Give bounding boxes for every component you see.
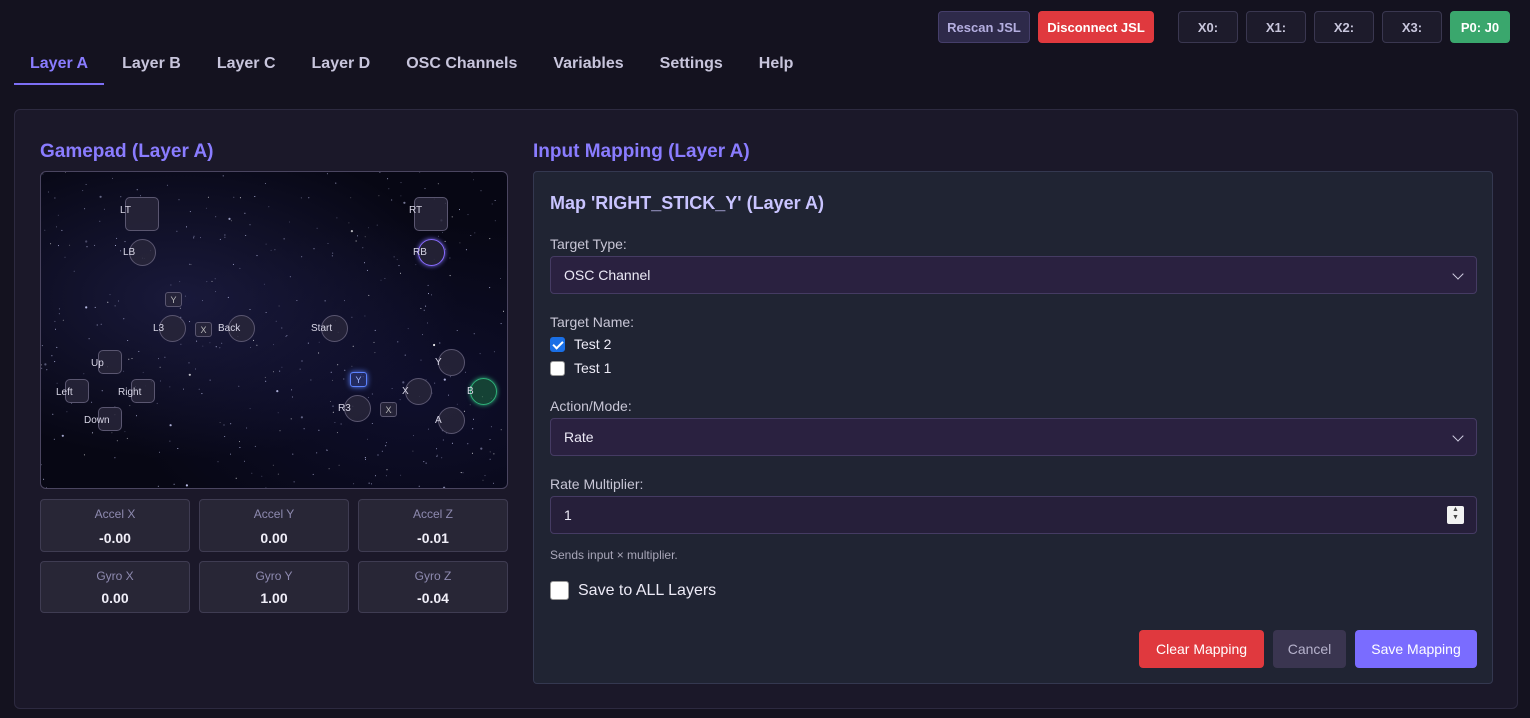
dpad-right-label: Right [118,387,142,398]
save-mapping-button[interactable]: Save Mapping [1355,630,1477,668]
target-option-test-2[interactable]: Test 2 [550,336,611,352]
gamepad-title: Gamepad (Layer A) [40,141,214,162]
tab-help[interactable]: Help [741,48,812,85]
rate-hint: Sends input × multiplier. [550,548,678,562]
gamepad-view: LT LB RT RB Y L3 X Back Start Up Left Ri… [40,171,508,489]
save-all-layers-label: Save to ALL Layers [578,581,717,599]
dpad-left-label: Left [56,387,73,398]
sensor-gyro-x: Gyro X 0.00 [40,561,190,613]
tab-layer-a[interactable]: Layer A [14,48,105,85]
action-mode-label: Action/Mode: [550,398,632,414]
target-option-label: Test 2 [574,336,612,352]
chevron-down-icon [1452,268,1464,280]
face-a-button[interactable] [438,407,465,434]
layer-tabs: Layer A Layer B Layer C Layer D OSC Chan… [14,48,1516,85]
slot-x1-button[interactable]: X1: [1246,11,1306,43]
sensor-label: Gyro Z [414,569,452,583]
face-y-label: Y [435,357,442,368]
tab-layer-c[interactable]: Layer C [199,48,294,85]
left-stick-y-axis[interactable]: Y [165,292,182,307]
tab-variables[interactable]: Variables [535,48,641,85]
dpad-down-label: Down [84,415,110,426]
rate-multiplier-label: Rate Multiplier: [550,476,644,492]
sensor-label: Accel X [94,507,136,521]
right-stick-x-axis[interactable]: X [380,402,397,417]
lt-label: LT [120,205,131,216]
l3-label: L3 [153,323,165,334]
sensor-value: -0.00 [99,530,131,546]
target-type-select[interactable]: OSC Channel [550,256,1477,294]
clear-mapping-button[interactable]: Clear Mapping [1139,630,1264,668]
action-mode-value: Rate [564,429,594,445]
number-spinner-icon[interactable]: ▲ ▼ [1447,506,1464,524]
left-stick-x-axis[interactable]: X [195,322,212,337]
tab-osc-channels[interactable]: OSC Channels [388,48,535,85]
disconnect-jsl-button[interactable]: Disconnect JSL [1038,11,1154,43]
mapping-card: Map 'RIGHT_STICK_Y' (Layer A) Target Typ… [533,171,1493,684]
rate-multiplier-input[interactable]: 1 ▲ ▼ [550,496,1477,534]
target-option-label: Test 1 [574,360,612,376]
slot-x0-button[interactable]: X0: [1178,11,1238,43]
back-label: Back [218,323,241,334]
action-mode-select[interactable]: Rate [550,418,1477,456]
face-y-button[interactable] [438,349,465,376]
sensor-accel-z: Accel Z -0.01 [358,499,508,552]
connection-toolbar: Rescan JSL Disconnect JSL X0: X1: X2: X3… [938,11,1510,43]
target-type-value: OSC Channel [564,267,651,283]
rate-multiplier-value: 1 [564,507,572,523]
target-checkbox[interactable] [550,336,565,352]
sensor-label: Gyro X [96,569,134,583]
sensor-value: -0.04 [417,590,449,606]
tab-layer-d[interactable]: Layer D [294,48,389,85]
rb-label: RB [413,247,427,258]
face-b-button[interactable] [470,378,497,405]
sensor-label: Accel Z [412,507,453,521]
sensor-value: 0.00 [260,530,288,546]
start-label: Start [311,323,333,334]
r3-label: R3 [338,403,351,414]
slot-x3-button[interactable]: X3: [1382,11,1442,43]
dpad-up-label: Up [91,358,104,369]
right-stick-y-axis[interactable]: Y [350,372,367,387]
sensor-value: 0.00 [101,590,129,606]
sensor-label: Gyro Y [255,569,293,583]
save-all-layers-option[interactable]: Save to ALL Layers [550,581,716,600]
sensor-accel-y: Accel Y 0.00 [199,499,349,552]
face-x-label: X [402,386,409,397]
rt-label: RT [409,205,423,216]
sensor-accel-x: Accel X -0.00 [40,499,190,552]
target-option-test-1[interactable]: Test 1 [550,360,611,376]
target-checkbox[interactable] [550,360,565,376]
player-slot-button[interactable]: P0: J0 [1450,11,1510,43]
face-b-label: B [467,386,474,397]
sensor-value: -0.01 [417,530,449,546]
lb-label: LB [123,247,136,258]
face-a-label: A [435,415,442,426]
mapping-card-title: Map 'RIGHT_STICK_Y' (Layer A) [550,193,824,213]
layer-panel: Gamepad (Layer A) Input Mapping (Layer A… [14,109,1518,709]
save-all-layers-checkbox[interactable] [550,581,569,600]
cancel-button[interactable]: Cancel [1273,630,1346,668]
sensor-value: 1.00 [260,590,288,606]
target-type-label: Target Type: [550,236,627,252]
tab-settings[interactable]: Settings [642,48,741,85]
sensor-gyro-z: Gyro Z -0.04 [358,561,508,613]
sensor-label: Accel Y [253,507,295,521]
sensor-gyro-y: Gyro Y 1.00 [199,561,349,613]
tab-layer-b[interactable]: Layer B [104,48,199,85]
target-name-label: Target Name: [550,314,635,330]
face-x-button[interactable] [405,378,432,405]
slot-x2-button[interactable]: X2: [1314,11,1374,43]
mapping-section-title: Input Mapping (Layer A) [533,141,750,162]
chevron-down-icon [1452,430,1464,442]
rescan-jsl-button[interactable]: Rescan JSL [938,11,1030,43]
